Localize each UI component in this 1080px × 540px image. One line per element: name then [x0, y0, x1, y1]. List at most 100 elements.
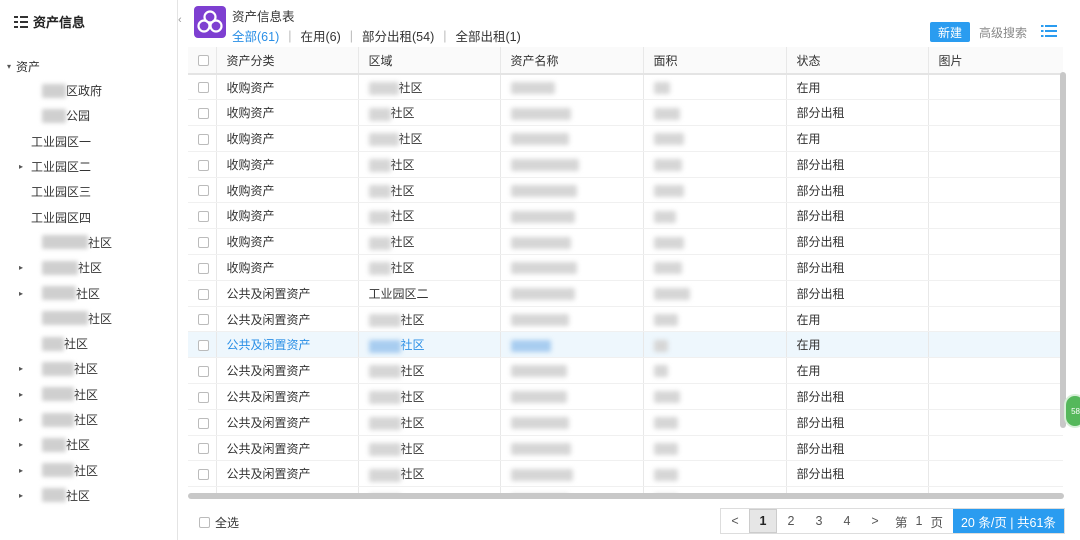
caret-right-icon[interactable]: ▸	[16, 289, 26, 298]
table-row[interactable]: 公共及闲置资产 社区 在用	[188, 357, 1063, 385]
row-checkbox[interactable]	[198, 159, 209, 171]
column-header-category[interactable]: 资产分类	[216, 47, 359, 75]
row-checkbox-cell[interactable]	[188, 280, 217, 307]
asset-name-cell[interactable]	[500, 228, 644, 256]
row-checkbox-cell[interactable]	[188, 383, 217, 410]
asset-name-cell[interactable]	[500, 280, 644, 307]
column-header-region[interactable]: 区域	[358, 47, 501, 75]
table-row[interactable]: 公共及闲置资产 社区 在用	[188, 306, 1063, 333]
advanced-search-link[interactable]: 高级搜索	[979, 24, 1027, 41]
row-checkbox-cell[interactable]	[188, 177, 217, 204]
table-row[interactable]: 公共及闲置资产 工业园区二 部分出租	[188, 280, 1063, 307]
prev-page-button[interactable]: <	[721, 509, 749, 533]
row-checkbox-cell[interactable]	[188, 125, 217, 152]
row-checkbox[interactable]	[198, 417, 209, 429]
row-checkbox-cell[interactable]	[188, 151, 217, 178]
caret-right-icon[interactable]: ▸	[16, 415, 26, 424]
page-2-button[interactable]: 2	[777, 509, 805, 533]
row-checkbox[interactable]	[198, 469, 209, 481]
sidebar-tree-item[interactable]: ▸ 社区	[0, 407, 178, 432]
asset-name-cell[interactable]	[500, 125, 644, 152]
table-row[interactable]: 公共及闲置资产 社区 在用	[188, 331, 1063, 359]
row-checkbox-cell[interactable]	[188, 99, 217, 127]
table-row[interactable]: 收购资产 社区 部分出租	[188, 254, 1063, 281]
sidebar-tree-item[interactable]: ▸ 工业园区二	[0, 154, 178, 179]
asset-name-cell[interactable]	[500, 177, 644, 204]
asset-name-cell[interactable]	[500, 357, 644, 385]
row-checkbox[interactable]	[198, 443, 209, 455]
sidebar-tree-item[interactable]: 工业园区一	[0, 129, 178, 154]
row-checkbox-cell[interactable]	[188, 435, 217, 462]
asset-name-cell[interactable]	[500, 409, 644, 436]
floating-widget-icon[interactable]: 58	[1064, 394, 1080, 428]
horizontal-scrollbar[interactable]	[188, 493, 1064, 499]
collapse-sidebar-icon[interactable]: ‹	[178, 14, 188, 32]
row-checkbox-cell[interactable]	[188, 357, 217, 385]
list-view-icon[interactable]	[1041, 25, 1057, 37]
new-button[interactable]: 新建	[930, 22, 970, 42]
row-checkbox[interactable]	[198, 237, 209, 248]
page-size-select[interactable]: 20 条/页 | 共61条	[952, 509, 1064, 533]
column-header-status[interactable]: 状态	[786, 47, 929, 75]
table-row[interactable]: 收购资产 社区 部分出租	[188, 228, 1063, 256]
caret-right-icon[interactable]: ▸	[16, 466, 26, 475]
sidebar-tree-item[interactable]: 工业园区四	[0, 204, 178, 229]
page-4-button[interactable]: 4	[833, 509, 861, 533]
vertical-scrollbar[interactable]	[1060, 72, 1066, 428]
select-all-header-checkbox[interactable]	[198, 55, 209, 67]
tab-partial-rent[interactable]: 部分出租(54)	[362, 26, 434, 45]
row-checkbox[interactable]	[198, 314, 209, 326]
tab-full-rent[interactable]: 全部出租(1)	[456, 26, 521, 45]
page-1-button[interactable]: 1	[749, 509, 777, 533]
sidebar-tree-item[interactable]: 公园	[0, 103, 178, 128]
asset-name-cell[interactable]	[500, 331, 644, 359]
row-checkbox[interactable]	[198, 288, 209, 300]
row-checkbox[interactable]	[198, 185, 209, 197]
row-checkbox[interactable]	[198, 82, 209, 94]
row-checkbox[interactable]	[198, 340, 209, 352]
sidebar-tree-item[interactable]: ▸ 社区	[0, 280, 178, 305]
asset-name-cell[interactable]	[500, 435, 644, 462]
asset-name-cell[interactable]	[500, 383, 644, 410]
next-page-button[interactable]: >	[861, 509, 889, 533]
select-all-checkbox[interactable]	[199, 517, 210, 528]
caret-down-icon[interactable]: ▾	[4, 56, 14, 78]
tab-all[interactable]: 全部(61)	[232, 26, 279, 45]
sidebar-tree-item[interactable]: ▸ 社区	[0, 457, 178, 482]
asset-name-cell[interactable]	[500, 460, 644, 488]
table-row[interactable]: 收购资产 社区 部分出租	[188, 151, 1063, 178]
row-checkbox-cell[interactable]	[188, 202, 217, 230]
table-row[interactable]: 公共及闲置资产 社区 部分出租	[188, 409, 1063, 436]
page-3-button[interactable]: 3	[805, 509, 833, 533]
table-row[interactable]: 收购资产 社区 在用	[188, 125, 1063, 152]
caret-right-icon[interactable]: ▸	[16, 491, 26, 500]
sidebar-tree-item[interactable]: ▸ 社区	[0, 255, 178, 280]
sidebar-tree-item[interactable]: 社区	[0, 331, 178, 356]
row-checkbox[interactable]	[198, 391, 209, 403]
row-checkbox-cell[interactable]	[188, 74, 217, 101]
caret-right-icon[interactable]: ▸	[16, 263, 26, 272]
row-checkbox-cell[interactable]	[188, 228, 217, 256]
table-row[interactable]: 收购资产 社区 部分出租	[188, 99, 1063, 127]
row-checkbox[interactable]	[198, 108, 209, 120]
row-checkbox[interactable]	[198, 133, 209, 145]
row-checkbox[interactable]	[198, 262, 209, 274]
select-all[interactable]: 全选	[199, 514, 239, 531]
caret-right-icon[interactable]: ▸	[16, 162, 26, 171]
tab-in-use[interactable]: 在用(6)	[300, 26, 340, 45]
caret-right-icon[interactable]: ▸	[16, 364, 26, 373]
row-checkbox-cell[interactable]	[188, 254, 217, 281]
asset-name-cell[interactable]	[500, 99, 644, 127]
table-row[interactable]: 公共及闲置资产 社区 部分出租	[188, 460, 1063, 488]
tree-root[interactable]: ▾ 资产	[0, 56, 178, 78]
caret-right-icon[interactable]: ▸	[16, 390, 26, 399]
column-header-area[interactable]: 面积	[643, 47, 787, 75]
table-row[interactable]: 收购资产 社区 在用	[188, 74, 1063, 101]
row-checkbox-cell[interactable]	[188, 306, 217, 333]
sidebar-tree-item[interactable]: ▸ 社区	[0, 356, 178, 381]
header-checkbox-cell[interactable]	[188, 47, 217, 75]
caret-right-icon[interactable]: ▸	[16, 440, 26, 449]
table-row[interactable]: 收购资产 社区 部分出租	[188, 202, 1063, 230]
sidebar-tree-item[interactable]: 社区	[0, 230, 178, 255]
sidebar-tree-item[interactable]: ▸ 社区	[0, 483, 178, 508]
